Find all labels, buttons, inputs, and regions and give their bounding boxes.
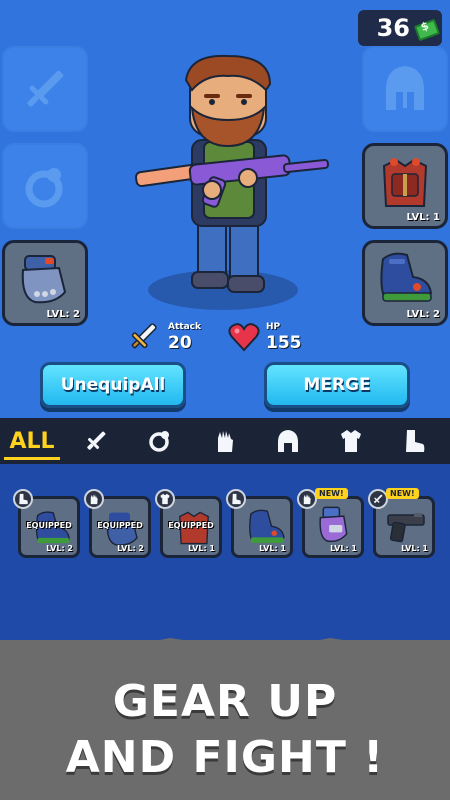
glove-icon [218, 431, 233, 452]
equipment-area: 36 $ LVL: 2 LVL: 1 LVL: 2 Attack 20 HP 1… [0, 0, 450, 418]
equipped-label: EQUIPPED [97, 521, 143, 530]
boot-icon [232, 493, 241, 505]
tab-helmets[interactable] [258, 418, 318, 464]
glove-icon [90, 494, 98, 505]
tab-gloves[interactable] [195, 418, 255, 464]
pistol-icon [387, 513, 425, 543]
unequip-all-button[interactable]: UnequipAll [40, 362, 186, 408]
inventory-item[interactable]: LVL: 1 [226, 489, 293, 558]
boot-icon [249, 509, 285, 543]
heart-icon [228, 323, 260, 352]
sword-icon [87, 431, 106, 450]
hp-label: HP [266, 322, 281, 332]
equipped-label: EQUIPPED [26, 521, 72, 530]
glove-slot[interactable]: LVL: 2 [2, 240, 88, 326]
item-level: LVL: 1 [259, 544, 286, 553]
merge-button[interactable]: MERGE [264, 362, 410, 408]
ring-icon [149, 431, 169, 452]
tab-armor[interactable] [321, 418, 381, 464]
sword-icon [27, 70, 64, 107]
currency-amount: 36 [376, 14, 410, 42]
gear-screen: 36 $ LVL: 2 LVL: 1 LVL: 2 Attack 20 HP 1… [0, 0, 450, 800]
active-tab-indicator [4, 457, 60, 460]
tab-boots[interactable] [384, 418, 444, 464]
attack-value: 20 [168, 333, 192, 353]
glove-icon [303, 494, 311, 505]
ring-slot[interactable] [2, 143, 88, 229]
promo-banner: GEAR UP AND FIGHT ! [0, 640, 450, 800]
armor-type-badge [155, 489, 175, 509]
hero-character [135, 54, 330, 293]
inventory-item[interactable]: LVL: 1 NEW! [297, 488, 364, 558]
weapon-slot[interactable] [2, 46, 88, 132]
slogan-line-2: AND FIGHT ! [65, 732, 385, 783]
armor-icon [341, 430, 361, 452]
attack-label: Attack [168, 322, 201, 332]
boot-icon [19, 493, 28, 505]
helmet-icon [386, 66, 424, 110]
glove-type-badge [297, 489, 317, 509]
boot-type-badge [226, 489, 246, 509]
armor-slot-level: LVL: 1 [406, 212, 440, 223]
tab-all[interactable]: ALL [0, 418, 64, 464]
armor-icon [160, 493, 170, 505]
item-level: LVL: 2 [46, 544, 73, 553]
tab-weapons[interactable] [66, 418, 126, 464]
item-level: LVL: 1 [330, 544, 357, 553]
item-level: LVL: 1 [188, 544, 215, 553]
equipped-label: EQUIPPED [168, 521, 214, 530]
boot-slot[interactable]: LVL: 2 [362, 240, 448, 326]
weapon-type-badge [368, 489, 388, 509]
inventory-item[interactable]: EQUIPPED LVL: 1 [155, 489, 222, 558]
new-badge: NEW! [386, 488, 419, 499]
sword-icon [373, 494, 383, 504]
ring-icon [25, 168, 63, 208]
slogan-line-1: GEAR UP [112, 676, 338, 727]
inventory-item[interactable]: LVL: 1 NEW! [368, 488, 435, 558]
boot-icon [406, 430, 425, 452]
cash-icon [414, 17, 436, 39]
helmet-icon [278, 430, 298, 452]
category-tabs: ALL [0, 418, 450, 464]
hero-stats: Attack 20 HP 155 [0, 318, 450, 358]
helmet-slot[interactable] [362, 46, 448, 132]
tab-all-label: ALL [9, 428, 55, 454]
attack-icon [131, 323, 157, 349]
tab-rings[interactable] [130, 418, 190, 464]
currency-counter[interactable]: 36 [358, 10, 442, 46]
glove-icon [319, 506, 348, 543]
glove-icon [21, 255, 67, 304]
new-badge: NEW! [315, 488, 348, 499]
hp-value: 155 [266, 333, 302, 353]
item-level: LVL: 2 [117, 544, 144, 553]
armor-slot[interactable]: LVL: 1 [362, 143, 448, 229]
glove-type-badge [84, 489, 104, 509]
boot-icon [380, 252, 433, 302]
inventory-item[interactable]: EQUIPPED LVL: 2 [13, 489, 80, 558]
item-level: LVL: 1 [401, 544, 428, 553]
armor-vest-icon [382, 157, 428, 207]
boot-type-badge [13, 489, 33, 509]
inventory-item[interactable]: EQUIPPED LVL: 2 [84, 489, 151, 558]
